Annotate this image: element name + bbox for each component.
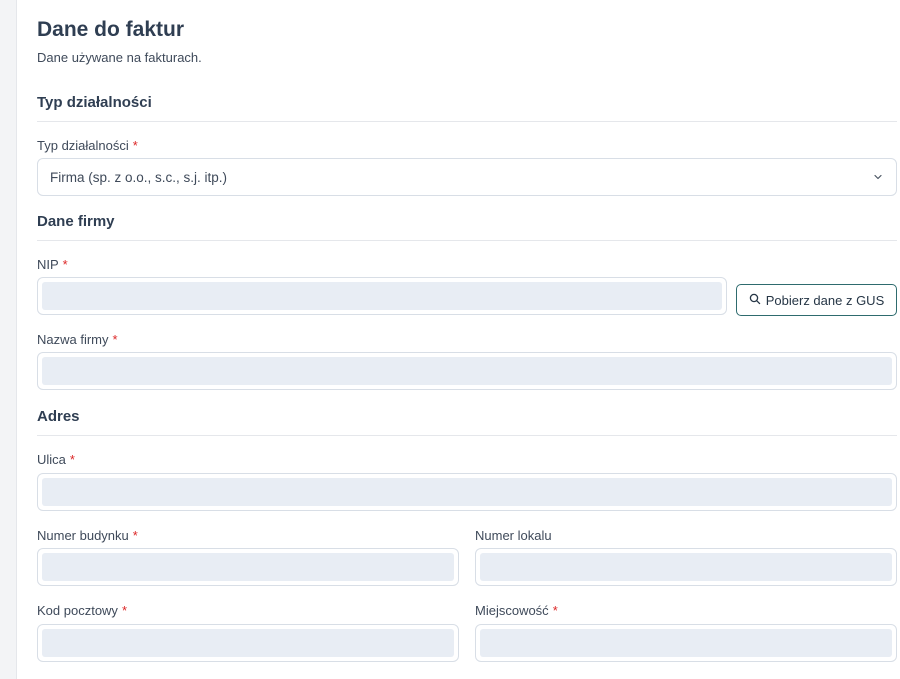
required-asterisk: * [132, 528, 138, 543]
company-name-input[interactable] [42, 357, 892, 385]
unit-number-field [475, 548, 897, 586]
page-subtitle: Dane używane na fakturach. [37, 50, 202, 65]
street-label: Ulica * [37, 452, 75, 467]
business-type-selected-value: Firma (sp. z o.o., s.c., s.j. itp.) [50, 169, 228, 185]
section-title-business-type: Typ działalności [37, 94, 152, 111]
required-asterisk: * [112, 332, 118, 347]
postal-code-field [37, 624, 459, 662]
required-asterisk: * [69, 452, 75, 467]
section-divider [37, 121, 897, 122]
company-name-label: Nazwa firmy * [37, 332, 118, 347]
nip-field [37, 277, 727, 315]
page-title: Dane do faktur [37, 18, 185, 41]
building-number-label: Numer budynku * [37, 528, 138, 543]
building-number-input[interactable] [42, 553, 454, 581]
required-asterisk: * [62, 257, 68, 272]
postal-code-input[interactable] [42, 629, 454, 657]
required-asterisk: * [121, 603, 127, 618]
unit-number-input[interactable] [480, 553, 892, 581]
business-type-label: Typ działalności * [37, 138, 138, 153]
section-title-company: Dane firmy [37, 213, 115, 230]
street-field [37, 473, 897, 511]
required-asterisk: * [132, 138, 138, 153]
invoice-data-panel: Dane do faktur Dane używane na fakturach… [16, 0, 900, 679]
chevron-down-icon [872, 171, 884, 183]
street-input[interactable] [42, 478, 892, 506]
city-field [475, 624, 897, 662]
gus-lookup-button-label: Pobierz dane z GUS [765, 292, 885, 308]
postal-code-label: Kod pocztowy * [37, 603, 127, 618]
required-asterisk: * [552, 603, 558, 618]
gus-lookup-button[interactable]: Pobierz dane z GUS [736, 284, 897, 316]
nip-input[interactable] [42, 282, 722, 310]
section-divider [37, 240, 897, 241]
section-title-address: Adres [37, 408, 80, 425]
city-label: Miejscowość * [475, 603, 558, 618]
search-icon [749, 293, 761, 308]
company-name-field [37, 352, 897, 390]
nip-label: NIP * [37, 257, 68, 272]
building-number-field [37, 548, 459, 586]
city-input[interactable] [480, 629, 892, 657]
section-divider [37, 435, 897, 436]
business-type-select[interactable]: Firma (sp. z o.o., s.c., s.j. itp.) [37, 158, 897, 196]
unit-number-label: Numer lokalu [475, 528, 552, 543]
